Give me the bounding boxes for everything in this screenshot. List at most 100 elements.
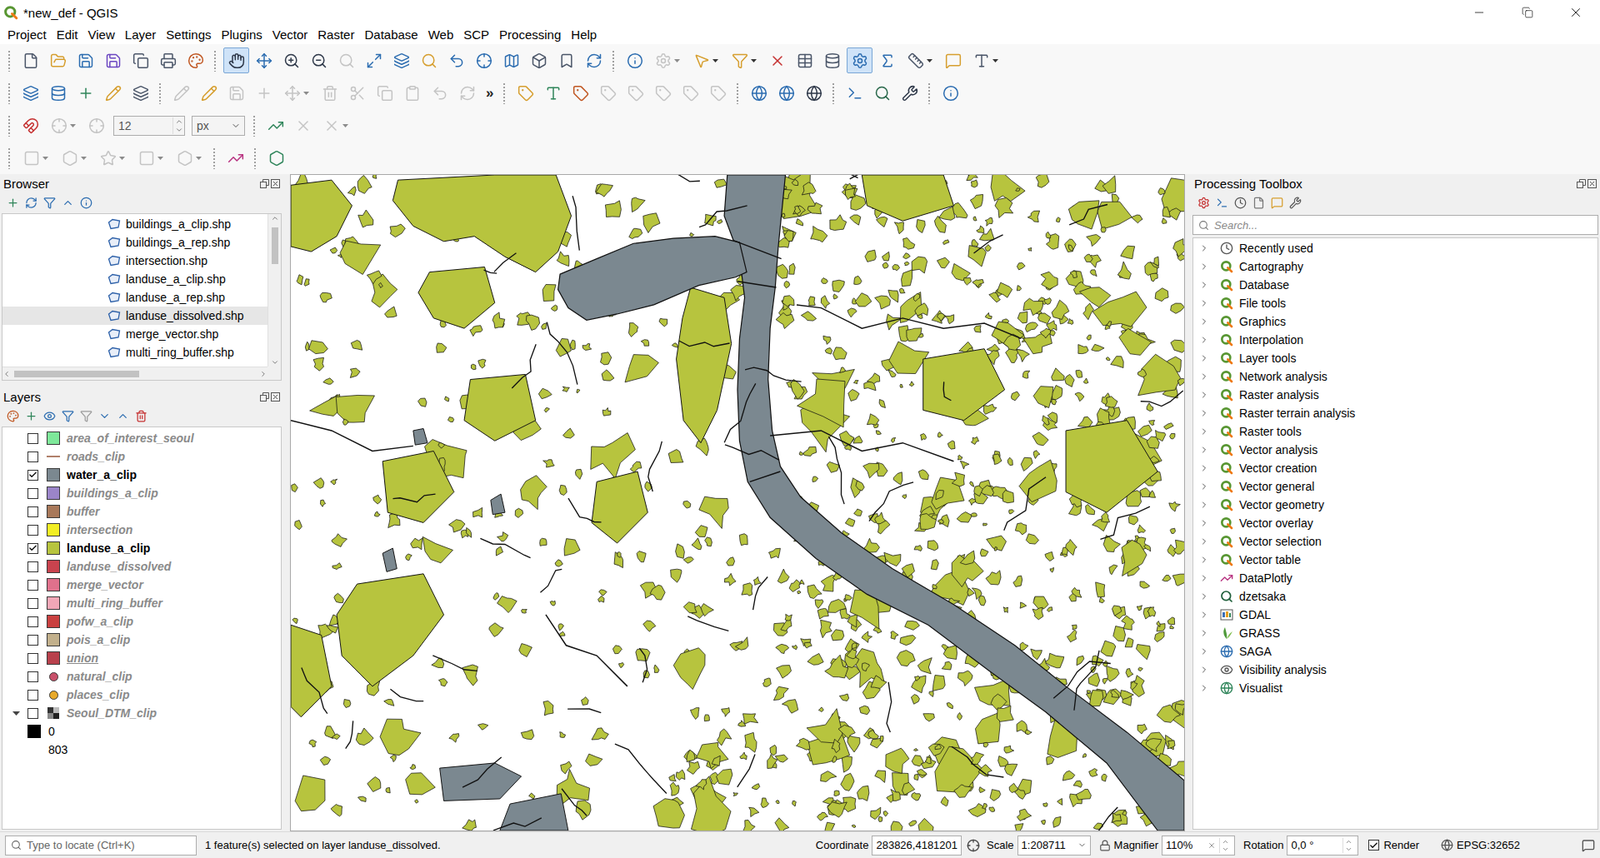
actions-button[interactable] — [649, 47, 686, 74]
expand-arrow-icon[interactable] — [1199, 261, 1210, 272]
menu-item[interactable]: Web — [423, 26, 460, 44]
attribute-table-button[interactable] — [791, 47, 818, 74]
provider-row[interactable]: Graphics — [1193, 312, 1598, 331]
layer-name[interactable]: landuse_a_clip — [66, 541, 150, 555]
save-edits-button[interactable] — [223, 80, 250, 106]
browser-item[interactable]: landuse_a_rep.shp — [2, 288, 268, 307]
style-panel-icon[interactable] — [6, 410, 20, 423]
scroll-thumb[interactable] — [14, 370, 140, 378]
tracing-button[interactable] — [262, 112, 289, 139]
layer-symbol[interactable] — [46, 578, 60, 592]
layer-checkbox[interactable] — [27, 653, 39, 665]
layer-name[interactable]: pofw_a_clip — [66, 615, 134, 629]
layer-symbol[interactable] — [46, 688, 60, 702]
layer-row[interactable]: intersection — [2, 520, 281, 540]
zoom-layer-button[interactable] — [388, 47, 415, 74]
properties-icon[interactable] — [80, 196, 93, 210]
layer-name[interactable]: landuse_dissolved — [66, 560, 171, 574]
new-geopackage-button[interactable] — [45, 80, 71, 106]
save-as-button[interactable] — [100, 47, 126, 74]
scroll-up-icon[interactable] — [270, 214, 280, 223]
expand-arrow-icon[interactable] — [1199, 481, 1210, 492]
layer-checkbox[interactable] — [27, 635, 39, 646]
layer-checkbox[interactable] — [27, 543, 39, 555]
layer-row[interactable]: places_clip — [2, 685, 281, 705]
layer-symbol[interactable] — [46, 486, 60, 500]
expand-arrow-icon[interactable] — [1199, 426, 1210, 437]
layer-name[interactable]: multi_ring_buffer — [66, 596, 163, 610]
coordinate-field[interactable]: 283826,4181201 — [871, 835, 962, 856]
zoom-last-button[interactable] — [443, 47, 470, 74]
filter-legend-icon[interactable] — [61, 410, 75, 423]
browser-item[interactable]: multi_ring_buffer.shp — [2, 343, 268, 362]
provider-row[interactable]: Raster analysis — [1193, 385, 1598, 405]
provider-row[interactable]: Vector creation — [1193, 459, 1598, 478]
toolbar-overflow[interactable]: » — [485, 85, 494, 102]
move-label-button[interactable] — [650, 80, 676, 106]
scroll-left-icon[interactable] — [2, 370, 11, 379]
expand-arrow-icon[interactable] — [1199, 610, 1210, 620]
toolbar-handle[interactable] — [7, 50, 12, 72]
shape-rectangle-button[interactable] — [17, 145, 55, 171]
spin-up-icon[interactable] — [1221, 838, 1230, 846]
layer-checkbox[interactable] — [27, 690, 39, 701]
layer-name[interactable]: area_of_interest_seoul — [66, 431, 195, 445]
layer-row[interactable]: pois_a_clip — [2, 630, 281, 650]
collapse-all-icon[interactable] — [61, 196, 75, 210]
layer-row[interactable]: roads_clip — [2, 447, 281, 466]
clear-icon[interactable] — [1207, 841, 1216, 850]
provider-row[interactable]: Vector overlay — [1193, 514, 1598, 533]
toolbar-handle[interactable] — [735, 82, 740, 105]
horizontal-scrollbar[interactable] — [2, 366, 268, 380]
layer-name[interactable]: buildings_a_clip — [66, 486, 159, 500]
magnifier-spinbox[interactable]: 110% — [1161, 835, 1235, 856]
avoid-overlap-button[interactable] — [317, 112, 355, 139]
zoom-next-button[interactable] — [470, 47, 497, 74]
spin-down-icon[interactable] — [175, 125, 184, 135]
layer-symbol[interactable] — [46, 651, 60, 665]
layer-symbol[interactable] — [46, 633, 60, 647]
layer-checkbox[interactable] — [27, 598, 39, 610]
toolbar-handle[interactable] — [253, 147, 258, 170]
expand-arrow-icon[interactable] — [1199, 591, 1210, 602]
scale-combo[interactable]: 1:208711 — [1017, 835, 1091, 856]
layer-checkbox[interactable] — [27, 580, 39, 591]
paste-features-button[interactable] — [399, 80, 425, 106]
save-project-button[interactable] — [72, 47, 99, 74]
layer-checkbox[interactable] — [27, 451, 39, 463]
expand-arrow-icon[interactable] — [1199, 243, 1210, 254]
unit-dropdown[interactable]: px — [191, 115, 245, 136]
provider-row[interactable]: Vector general — [1193, 477, 1598, 496]
expand-all-icon[interactable] — [98, 410, 111, 423]
expand-arrow-icon[interactable] — [1199, 628, 1210, 639]
collapse-all-icon[interactable] — [116, 410, 130, 423]
scroll-right-icon[interactable] — [259, 370, 268, 379]
add-group-icon[interactable] — [25, 410, 38, 423]
provider-row[interactable]: Vector geometry — [1193, 495, 1598, 515]
messages-icon[interactable] — [1581, 839, 1595, 853]
restore-button[interactable] — [1503, 0, 1552, 25]
expand-arrow-icon[interactable] — [1199, 316, 1210, 327]
menu-item[interactable]: Vector — [267, 26, 314, 44]
expand-arrow-icon[interactable] — [1199, 500, 1210, 510]
pan-button[interactable] — [223, 47, 250, 74]
shape-polygon-button[interactable] — [55, 145, 93, 171]
provider-row[interactable]: GDAL — [1193, 605, 1598, 625]
wfs-button[interactable] — [773, 80, 800, 106]
provider-row[interactable]: dzetsaka — [1193, 587, 1598, 606]
layer-name[interactable]: places_clip — [66, 688, 130, 702]
expand-arrow-icon[interactable] — [1199, 298, 1210, 309]
browser-item[interactable]: buildings_a_clip.shp — [2, 215, 268, 234]
menu-item[interactable]: Layer — [120, 26, 162, 44]
menu-item[interactable]: Plugins — [216, 26, 268, 44]
provider-row[interactable]: DataPlotly — [1193, 569, 1598, 588]
close-button[interactable] — [1551, 0, 1600, 25]
provider-row[interactable]: Raster tools — [1193, 422, 1598, 441]
add-feature-button[interactable] — [250, 80, 277, 106]
shape-square-button[interactable] — [132, 145, 170, 171]
map-canvas[interactable] — [290, 174, 1185, 832]
add-layer-icon[interactable] — [6, 196, 20, 210]
new-project-button[interactable] — [17, 47, 44, 74]
layer-row[interactable]: Seoul_DTM_clip — [2, 704, 281, 723]
expand-arrow-icon[interactable] — [1199, 390, 1210, 400]
